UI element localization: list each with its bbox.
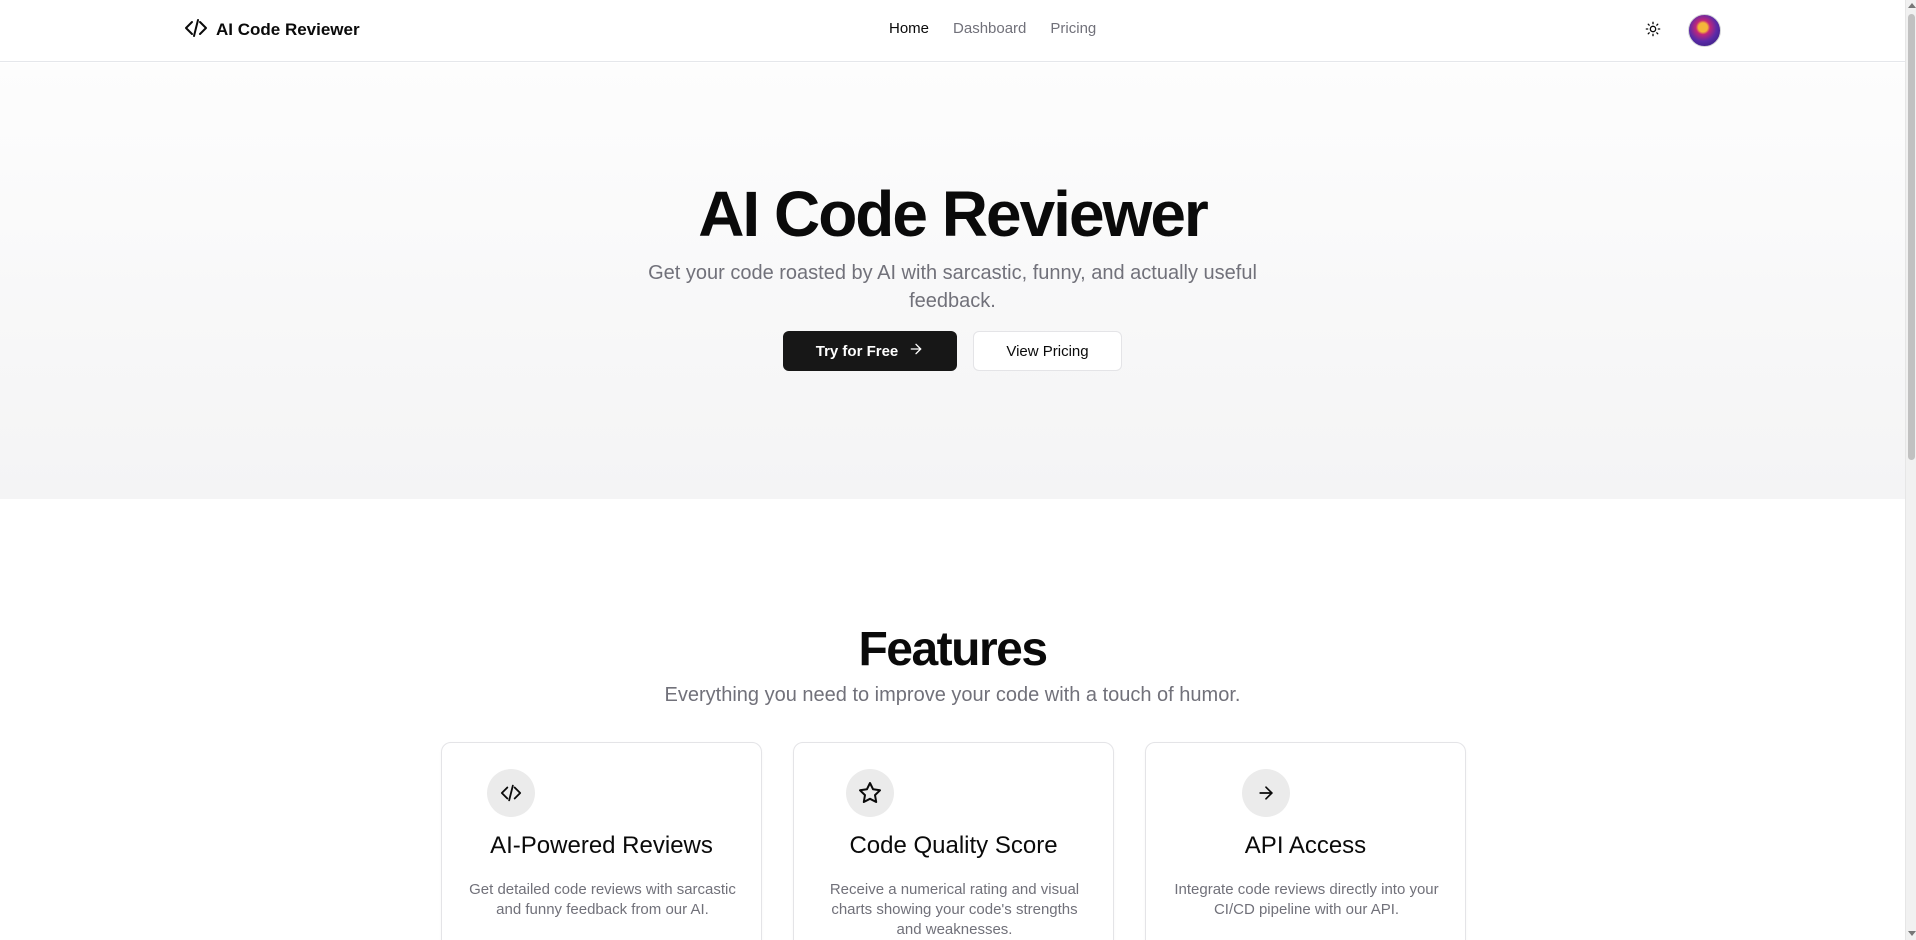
code-icon [184, 16, 208, 45]
nav-dashboard[interactable]: Dashboard [953, 20, 1026, 37]
feature-card-title: API Access [1244, 832, 1367, 859]
view-pricing-button[interactable]: View Pricing [973, 331, 1122, 371]
feature-card-description: Get detailed code reviews with sarcastic… [469, 881, 736, 918]
features-title: Features [858, 623, 1048, 676]
features-subtitle: Everything you need to improve your code… [664, 684, 1241, 706]
feature-card-description: Integrate code reviews directly into you… [1174, 881, 1439, 918]
site-header: AI Code Reviewer Home Dashboard Pricing [0, 0, 1905, 62]
user-avatar[interactable] [1688, 14, 1721, 47]
try-for-free-label: Try for Free [815, 342, 899, 360]
scrollbar-thumb[interactable] [1908, 14, 1915, 460]
scroll-up-arrow-icon[interactable] [1908, 3, 1916, 8]
try-for-free-button[interactable]: Try for Free [783, 331, 957, 371]
nav-pricing[interactable]: Pricing [1050, 20, 1096, 37]
feature-card-title: Code Quality Score [849, 832, 1058, 859]
hero-subtitle: Get your code roasted by AI with sarcast… [648, 262, 1257, 312]
star-icon [846, 769, 894, 817]
page: AI Code Reviewer Home Dashboard Pricing … [0, 0, 1905, 940]
feature-card-description: Receive a numerical rating and visual ch… [829, 881, 1080, 938]
scroll-down-arrow-icon[interactable] [1908, 931, 1916, 936]
theme-toggle-button[interactable] [1641, 18, 1665, 42]
hero-title: AI Code Reviewer [698, 178, 1209, 250]
code-icon [487, 769, 535, 817]
brand-name: AI Code Reviewer [216, 20, 360, 39]
nav-home[interactable]: Home [889, 20, 929, 37]
hero-section: AI Code Reviewer Get your code roasted b… [0, 63, 1905, 499]
main-nav: Home Dashboard Pricing [889, 20, 1096, 37]
arrow-right-icon [908, 341, 924, 361]
feature-card-quality-score: Code Quality Score Receive a numerical r… [793, 742, 1114, 940]
arrow-right-icon [1242, 769, 1290, 817]
sun-icon [1645, 21, 1661, 40]
feature-card-title: AI-Powered Reviews [490, 832, 713, 859]
feature-card-api-access: API Access Integrate code reviews direct… [1145, 742, 1466, 940]
feature-card-ai-reviews: AI-Powered Reviews Get detailed code rev… [441, 742, 762, 940]
page-scrollbar[interactable] [1905, 0, 1916, 940]
brand-link[interactable]: AI Code Reviewer [184, 18, 360, 42]
